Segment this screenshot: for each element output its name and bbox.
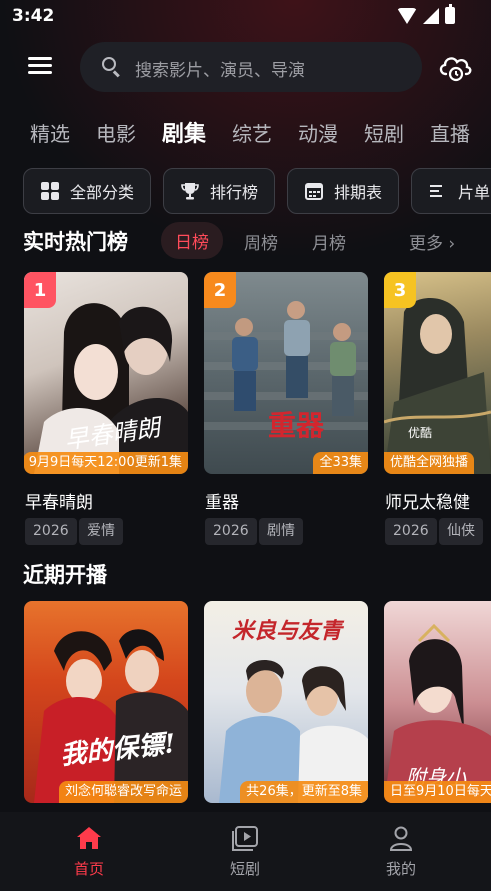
- cloud-sync-icon[interactable]: [437, 52, 473, 82]
- tab-movies[interactable]: 电影: [96, 118, 136, 147]
- search-input[interactable]: 搜索影片、演员、导演: [80, 42, 422, 92]
- episode-label: 日至9月10日每天: [384, 781, 491, 803]
- calendar-icon: [305, 183, 324, 200]
- status-icons: [397, 4, 455, 24]
- poster-title[interactable]: 重器: [205, 488, 239, 513]
- poster-art-text: 优酷: [408, 426, 433, 440]
- year-tag: 2026: [385, 518, 437, 545]
- poster-title[interactable]: 师兄太稳健: [385, 488, 470, 513]
- poster-title[interactable]: 早春晴朗: [25, 488, 93, 513]
- battery-icon: [445, 4, 455, 24]
- poster-art-text: 重器: [268, 409, 325, 442]
- category-tabs: 精选 电影 剧集 综艺 动漫 短剧 直播: [30, 116, 491, 148]
- poster-card[interactable]: 优酷 3 优酷全网独播: [384, 272, 491, 474]
- tab-live[interactable]: 直播: [430, 118, 470, 147]
- nav-short-drama[interactable]: 短剧: [215, 826, 275, 879]
- nav-home[interactable]: 首页: [59, 826, 119, 879]
- rank-badge: 3: [384, 272, 416, 308]
- episode-label: 全33集: [313, 452, 368, 474]
- tab-anime[interactable]: 动漫: [298, 118, 338, 147]
- search-icon: [102, 57, 121, 78]
- grid-icon: [41, 182, 59, 200]
- signal-icon: [423, 7, 439, 24]
- episode-label: 优酷全网独播: [384, 452, 475, 474]
- chip-label: 片单: [458, 183, 491, 202]
- year-tag: 2026: [205, 518, 257, 545]
- genre-tag: 剧情: [259, 518, 303, 545]
- wifi-icon: [397, 7, 417, 24]
- tab-weekly[interactable]: 周榜: [244, 229, 278, 254]
- rank-badge: 2: [204, 272, 236, 308]
- tab-short-drama[interactable]: 短剧: [364, 118, 404, 147]
- poster-card[interactable]: 附身小 日至9月10日每天: [384, 601, 491, 803]
- chip-label: 排行榜: [210, 183, 259, 202]
- rank-badge: 1: [24, 272, 56, 308]
- genre-tag: 爱情: [79, 518, 123, 545]
- tab-series[interactable]: 剧集: [162, 116, 206, 148]
- episode-label: 9月9日每天12:00更新1集: [24, 452, 188, 474]
- poster-card[interactable]: 我的保镖! 刘念何聪睿改写命运: [24, 601, 188, 803]
- chip-label: 排期表: [334, 183, 383, 202]
- all-categories-button[interactable]: 全部分类: [23, 168, 152, 214]
- bottom-navigation: 首页 短剧 我的: [0, 812, 491, 891]
- status-time: 3:42: [12, 6, 55, 26]
- playlist-button[interactable]: 片单: [411, 168, 491, 214]
- poster-art-text: 米良与友青: [232, 618, 343, 644]
- nav-profile[interactable]: 我的: [371, 826, 431, 879]
- user-icon: [389, 826, 413, 851]
- upcoming-title: 近期开播: [23, 563, 107, 587]
- tab-variety[interactable]: 综艺: [232, 118, 272, 147]
- schedule-button[interactable]: 排期表: [287, 168, 400, 214]
- ranking-button[interactable]: 排行榜: [163, 168, 276, 214]
- status-bar: 3:42: [0, 0, 491, 34]
- menu-icon[interactable]: [28, 57, 52, 75]
- tab-featured[interactable]: 精选: [30, 118, 70, 147]
- tab-daily[interactable]: 日榜: [161, 222, 223, 259]
- trophy-icon: [181, 183, 199, 200]
- poster-card[interactable]: 米良与友青 共26集，更新至8集: [204, 601, 368, 803]
- poster-artwork: [34, 629, 188, 803]
- poster-card[interactable]: 早春晴朗 1 9月9日每天12:00更新1集: [24, 272, 188, 474]
- search-placeholder: 搜索影片、演员、导演: [135, 61, 305, 81]
- nav-label: 首页: [73, 860, 104, 878]
- episode-label: 刘念何聪睿改写命运: [58, 781, 188, 803]
- chip-label: 全部分类: [70, 183, 135, 202]
- poster-card[interactable]: 重器 2 全33集: [204, 272, 368, 474]
- quick-filter-chips: 全部分类 排行榜 排期表 片单: [23, 168, 491, 214]
- episode-label: 共26集，更新至8集: [240, 781, 368, 803]
- home-icon: [77, 827, 101, 849]
- play-square-icon: [232, 826, 258, 851]
- hot-ranking-title: 实时热门榜: [23, 230, 128, 254]
- tab-monthly[interactable]: 月榜: [312, 229, 346, 254]
- more-link[interactable]: 更多 ›: [409, 229, 455, 254]
- list-icon: [430, 185, 443, 197]
- nav-label: 我的: [385, 860, 416, 878]
- nav-label: 短剧: [229, 860, 260, 878]
- genre-tag: 仙侠: [439, 518, 483, 545]
- year-tag: 2026: [25, 518, 77, 545]
